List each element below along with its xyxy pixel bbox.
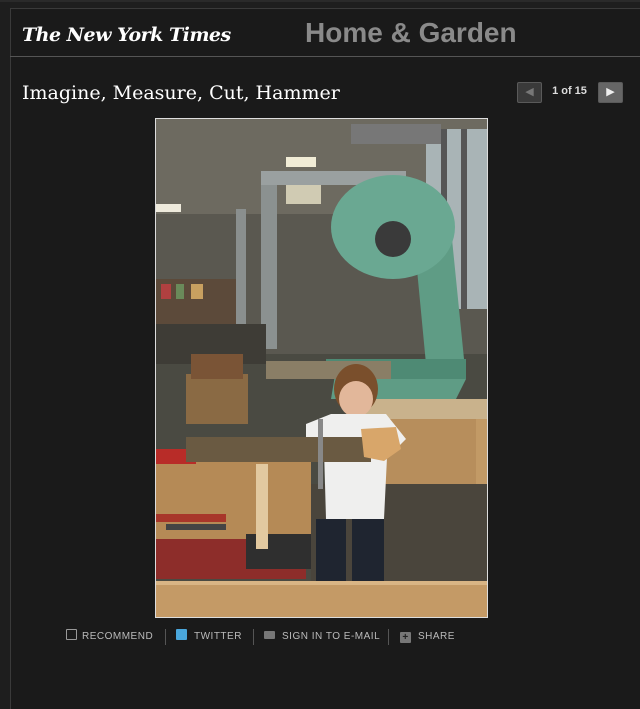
share-label: SHARE: [418, 631, 455, 642]
tool-divider: [388, 629, 389, 645]
slideshow-photo[interactable]: [155, 118, 488, 618]
share-tool[interactable]: + SHARE: [400, 628, 455, 646]
tool-divider: [165, 629, 166, 645]
nyt-logo[interactable]: The New York Times: [22, 24, 231, 46]
recommend-tool[interactable]: RECOMMEND: [66, 628, 153, 646]
top-border: [0, 0, 640, 2]
slide-counter: 1 of 15: [552, 85, 587, 97]
tool-divider: [253, 629, 254, 645]
recommend-label: RECOMMEND: [82, 631, 154, 642]
section-title: Home & Garden: [305, 17, 517, 48]
twitter-icon: [176, 629, 187, 640]
twitter-label: TWITTER: [194, 631, 242, 642]
plus-icon: +: [400, 632, 411, 643]
twitter-tool[interactable]: TWITTER: [176, 628, 242, 646]
prev-button[interactable]: ◀: [517, 82, 542, 103]
email-tool[interactable]: SIGN IN TO E-MAIL: [264, 628, 380, 646]
slideshow-title: Imagine, Measure, Cut, Hammer: [22, 82, 340, 104]
next-button[interactable]: ▶: [598, 82, 623, 103]
header: The New York Times Home & Garden: [10, 8, 640, 57]
prev-arrow-icon: ◀: [525, 86, 534, 98]
envelope-icon: [264, 631, 275, 639]
checkbox-icon: [66, 629, 77, 640]
next-arrow-icon: ▶: [606, 86, 615, 98]
email-label: SIGN IN TO E-MAIL: [282, 631, 381, 642]
